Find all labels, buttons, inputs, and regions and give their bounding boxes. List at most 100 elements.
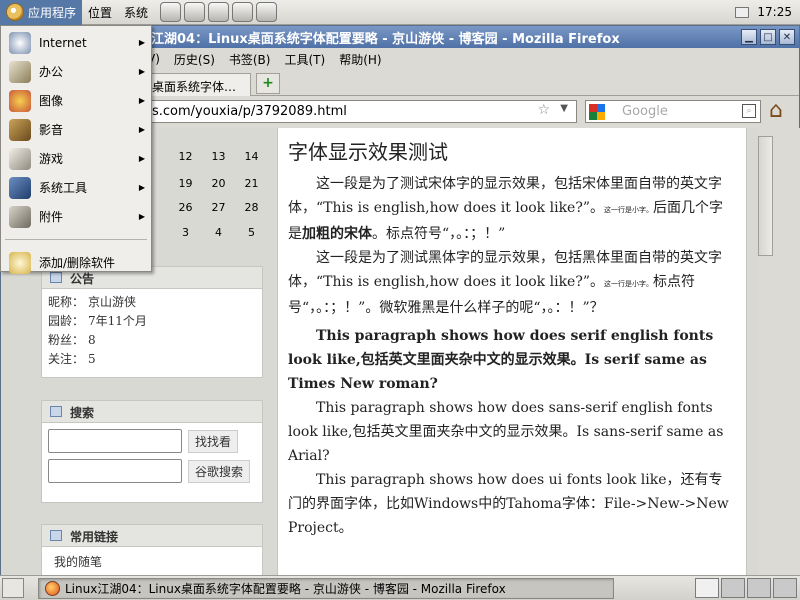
new-tab-button[interactable]: + (256, 73, 280, 94)
scrollbar-thumb[interactable] (758, 136, 773, 256)
site-search-button[interactable]: 找找看 (188, 429, 239, 453)
menu-item-label: Internet (39, 35, 87, 50)
profile-key: 园龄： (48, 314, 85, 328)
menu-item-label: 图像 (39, 94, 64, 108)
link-my-posts[interactable]: 我的随笔 (42, 547, 262, 576)
calendar-day[interactable]: 20 (202, 177, 235, 190)
maximize-button[interactable]: □ (760, 29, 776, 45)
menu-item-label: 游戏 (39, 152, 64, 166)
menu-history[interactable]: 历史(S) (174, 51, 215, 68)
profile-key: 昵称： (48, 295, 85, 309)
top-panel: 应用程序 位置 系统 17:25 (0, 0, 800, 25)
submenu-arrow-icon: ▶ (138, 183, 145, 192)
profile-key: 粉丝： (48, 333, 85, 347)
menu-bookmarks[interactable]: 书签(B) (229, 51, 271, 68)
help-launcher-icon[interactable] (256, 2, 278, 22)
menu-item-label: 附件 (39, 210, 64, 224)
submenu-arrow-icon: ▶ (138, 67, 145, 76)
bottom-panel: Linux江湖04：Linux桌面系统字体配置要略 - 京山游侠 - 博客园 -… (0, 575, 800, 600)
network-tray-icon[interactable] (735, 6, 750, 18)
places-menu-label: 位置 (88, 5, 113, 20)
tab-label: 桌面系统字体… (152, 80, 237, 94)
search-box: 搜索 找找看 谷歌搜索 (41, 400, 263, 503)
menu-item-accessories[interactable]: 附件 ▶ (1, 202, 151, 231)
search-header: 搜索 (42, 401, 262, 423)
links-box: 常用链接 我的随笔 (41, 524, 263, 576)
home-icon[interactable]: ⌂ (769, 99, 795, 123)
clock[interactable]: 17:25 (757, 5, 792, 19)
show-desktop-icon[interactable] (2, 578, 24, 598)
profile-value[interactable]: 5 (88, 352, 96, 366)
paragraph-serif: This paragraph shows how does serif engl… (288, 328, 714, 392)
applications-menu[interactable]: 应用程序 (0, 0, 83, 25)
workspace-2[interactable] (721, 578, 745, 598)
calendar-day[interactable]: 19 (169, 177, 202, 190)
p1-text-c: 。标点符号“，。：；！” (372, 226, 506, 242)
profile-value[interactable]: 7年11个月 (88, 314, 147, 328)
writer-launcher-icon[interactable] (208, 2, 230, 22)
calendar-day[interactable]: 5 (235, 226, 268, 239)
search-title: 搜索 (70, 406, 95, 420)
mail-launcher-icon[interactable] (184, 2, 206, 22)
search-icon[interactable]: ⌕ (742, 104, 756, 118)
profile-key: 关注： (48, 352, 85, 366)
menu-help[interactable]: 帮助(H) (339, 51, 381, 68)
tab-current[interactable]: 桌面系统字体… (147, 73, 251, 96)
browser-launcher-icon[interactable] (160, 2, 182, 22)
url-text: s.com/youxia/p/3792089.html (152, 104, 347, 119)
games-icon (9, 147, 31, 170)
gnome-foot-icon (6, 3, 24, 21)
profile-value[interactable]: 京山游侠 (88, 295, 136, 309)
calendar-day[interactable]: 3 (169, 226, 202, 239)
p1-bold-text: 加粗的宋体 (302, 226, 372, 242)
close-button[interactable]: ✕ (779, 29, 795, 45)
vertical-scrollbar[interactable] (758, 128, 800, 576)
office-icon (9, 60, 31, 83)
profile-value[interactable]: 8 (88, 333, 96, 347)
system-menu[interactable]: 系统 (118, 0, 154, 25)
menu-item-system-tools[interactable]: 系统工具 ▶ (1, 173, 151, 202)
submenu-arrow-icon: ▶ (138, 212, 145, 221)
calendar-day[interactable]: 28 (235, 201, 268, 214)
package-icon (9, 251, 31, 274)
calendar-day[interactable]: 27 (202, 201, 235, 214)
firefox-icon (45, 580, 60, 596)
workspace-3[interactable] (747, 578, 771, 598)
calendar-day[interactable]: 13 (202, 150, 235, 163)
calendar-day[interactable]: 21 (235, 177, 268, 190)
search-row: 找找看 (48, 429, 256, 453)
bookmark-star-icon[interactable]: ☆ (537, 102, 550, 118)
menu-tools[interactable]: 工具(T) (284, 51, 325, 68)
calendar-day[interactable]: 4 (202, 226, 235, 239)
google-search-button[interactable]: 谷歌搜索 (188, 459, 251, 483)
links-header: 常用链接 (42, 525, 262, 547)
menu-item-add-remove[interactable]: 添加/删除软件 (1, 248, 151, 277)
calendar-day[interactable]: 12 (169, 150, 202, 163)
url-bar[interactable]: s.com/youxia/p/3792089.html ☆ ▼ (147, 100, 577, 123)
url-dropdown-icon[interactable]: ▼ (560, 103, 568, 114)
google-engine-icon[interactable] (589, 104, 605, 120)
links-title: 常用链接 (70, 530, 119, 544)
impress-launcher-icon[interactable] (232, 2, 254, 22)
site-search-input[interactable] (48, 429, 182, 453)
menu-item-internet[interactable]: Internet ▶ (1, 28, 151, 57)
calendar-day[interactable]: 14 (235, 150, 268, 163)
workspace-4[interactable] (773, 578, 797, 598)
taskbar-item-firefox[interactable]: Linux江湖04：Linux桌面系统字体配置要略 - 京山游侠 - 博客园 -… (38, 577, 614, 599)
notice-box: 公告 昵称： 京山游侠 园龄： 7年11个月 粉丝： 8 关注： 5 (41, 266, 263, 378)
search-bar[interactable]: Google ⌕ (585, 100, 761, 123)
menu-item-multimedia[interactable]: 影音 ▶ (1, 115, 151, 144)
menu-item-office[interactable]: 办公 ▶ (1, 57, 151, 86)
profile-row: 粉丝： 8 (48, 331, 256, 350)
google-search-input[interactable] (48, 459, 182, 483)
profile-row: 昵称： 京山游侠 (48, 293, 256, 312)
workspace-1[interactable] (695, 578, 719, 598)
menu-item-graphics[interactable]: 图像 ▶ (1, 86, 151, 115)
calendar-day[interactable]: 26 (169, 201, 202, 214)
minimize-button[interactable]: ▁ (741, 29, 757, 45)
p2-small-text: 这一行是小字。 (604, 280, 654, 288)
search-placeholder: Google (622, 104, 668, 119)
submenu-arrow-icon: ▶ (138, 38, 145, 47)
menu-item-games[interactable]: 游戏 ▶ (1, 144, 151, 173)
places-menu[interactable]: 位置 (82, 0, 118, 25)
